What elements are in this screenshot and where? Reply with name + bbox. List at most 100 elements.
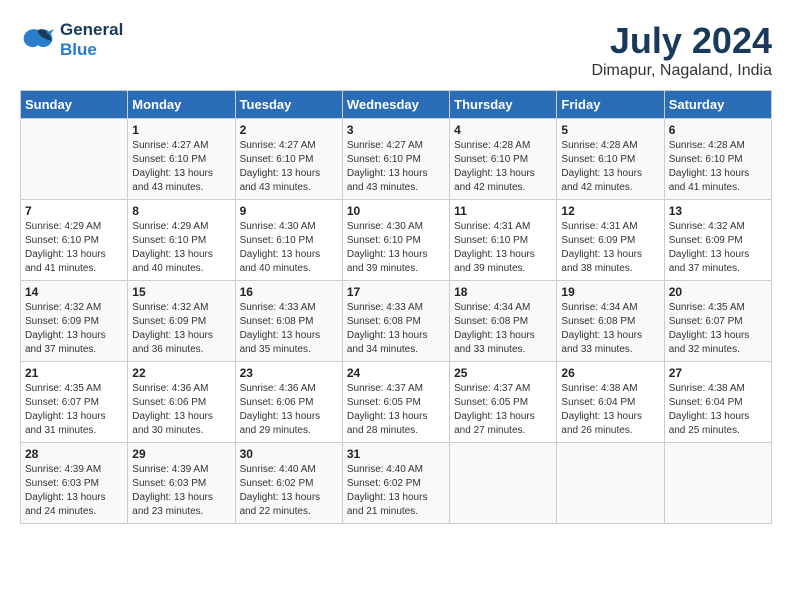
day-number: 26 — [561, 366, 659, 380]
header-thursday: Thursday — [450, 91, 557, 119]
calendar-cell: 20 Sunrise: 4:35 AM Sunset: 6:07 PM Dayli… — [664, 281, 771, 362]
cell-sun-info: Sunrise: 4:32 AM Sunset: 6:09 PM Dayligh… — [132, 301, 230, 357]
calendar-cell: 25Sunrise: 4:37 AM Sunset: 6:05 PM Dayli… — [450, 362, 557, 443]
day-number: 27 — [669, 366, 767, 380]
cell-sun-info: Sunrise: 4:32 AM Sunset: 6:09 PM Dayligh… — [25, 301, 123, 357]
day-number: 20 — [669, 285, 767, 299]
cell-sun-info: Sunrise: 4:30 AM Sunset: 6:10 PM Dayligh… — [240, 220, 338, 276]
day-number: 3 — [347, 123, 445, 137]
calendar-cell: 30 Sunrise: 4:40 AM Sunset: 6:02 PM Dayli… — [235, 443, 342, 524]
header-saturday: Saturday — [664, 91, 771, 119]
day-number: 30 — [240, 447, 338, 461]
calendar-cell: 3 Sunrise: 4:27 AM Sunset: 6:10 PM Daylig… — [342, 119, 449, 200]
calendar-cell: 26 Sunrise: 4:38 AM Sunset: 6:04 PM Dayli… — [557, 362, 664, 443]
day-number: 31 — [347, 447, 445, 461]
cell-sun-info: Sunrise: 4:39 AM Sunset: 6:03 PM Dayligh… — [132, 463, 230, 519]
calendar-cell: 23 Sunrise: 4:36 AM Sunset: 6:06 PM Dayli… — [235, 362, 342, 443]
cell-sun-info: Sunrise: 4:31 AM Sunset: 6:09 PM Dayligh… — [561, 220, 659, 276]
header-wednesday: Wednesday — [342, 91, 449, 119]
calendar-cell: 31 Sunrise: 4:40 AM Sunset: 6:02 PM Dayli… — [342, 443, 449, 524]
cell-sun-info: Sunrise: 4:37 AM Sunset: 6:05 PM Dayligh… — [347, 382, 445, 438]
calendar-cell: 16 Sunrise: 4:33 AM Sunset: 6:08 PM Dayli… — [235, 281, 342, 362]
page-header: General Blue July 2024 Dimapur, Nagaland… — [20, 20, 772, 80]
cell-sun-info: Sunrise: 4:28 AM Sunset: 6:10 PM Dayligh… — [669, 139, 767, 195]
day-number: 28 — [25, 447, 123, 461]
day-number: 13 — [669, 204, 767, 218]
calendar-cell: 18 Sunrise: 4:34 AM Sunset: 6:08 PM Dayli… — [450, 281, 557, 362]
calendar-cell: 9Sunrise: 4:30 AM Sunset: 6:10 PM Daylig… — [235, 200, 342, 281]
logo-icon — [20, 25, 56, 55]
calendar-cell: 1 Sunrise: 4:27 AM Sunset: 6:10 PM Daylig… — [128, 119, 235, 200]
cell-sun-info: Sunrise: 4:40 AM Sunset: 6:02 PM Dayligh… — [240, 463, 338, 519]
cell-sun-info: Sunrise: 4:36 AM Sunset: 6:06 PM Dayligh… — [240, 382, 338, 438]
calendar-cell: 28 Sunrise: 4:39 AM Sunset: 6:03 PM Dayli… — [21, 443, 128, 524]
day-number: 15 — [132, 285, 230, 299]
day-number: 7 — [25, 204, 123, 218]
day-number: 18 — [454, 285, 552, 299]
day-number: 29 — [132, 447, 230, 461]
day-number: 4 — [454, 123, 552, 137]
day-number: 5 — [561, 123, 659, 137]
cell-sun-info: Sunrise: 4:36 AM Sunset: 6:06 PM Dayligh… — [132, 382, 230, 438]
day-number: 19 — [561, 285, 659, 299]
header-monday: Monday — [128, 91, 235, 119]
calendar-cell: 10Sunrise: 4:30 AM Sunset: 6:10 PM Dayli… — [342, 200, 449, 281]
cell-sun-info: Sunrise: 4:29 AM Sunset: 6:10 PM Dayligh… — [132, 220, 230, 276]
calendar-cell — [450, 443, 557, 524]
calendar-cell: 14 Sunrise: 4:32 AM Sunset: 6:09 PM Dayli… — [21, 281, 128, 362]
location-subtitle: Dimapur, Nagaland, India — [591, 62, 772, 80]
day-number: 6 — [669, 123, 767, 137]
day-number: 14 — [25, 285, 123, 299]
calendar-cell: 8 Sunrise: 4:29 AM Sunset: 6:10 PM Daylig… — [128, 200, 235, 281]
cell-sun-info: Sunrise: 4:27 AM Sunset: 6:10 PM Dayligh… — [347, 139, 445, 195]
calendar-week-row: 14 Sunrise: 4:32 AM Sunset: 6:09 PM Dayli… — [21, 281, 772, 362]
day-number: 11 — [454, 204, 552, 218]
cell-sun-info: Sunrise: 4:30 AM Sunset: 6:10 PM Dayligh… — [347, 220, 445, 276]
calendar-cell: 15 Sunrise: 4:32 AM Sunset: 6:09 PM Dayli… — [128, 281, 235, 362]
day-number: 22 — [132, 366, 230, 380]
cell-sun-info: Sunrise: 4:38 AM Sunset: 6:04 PM Dayligh… — [561, 382, 659, 438]
calendar-cell: 4 Sunrise: 4:28 AM Sunset: 6:10 PM Daylig… — [450, 119, 557, 200]
cell-sun-info: Sunrise: 4:38 AM Sunset: 6:04 PM Dayligh… — [669, 382, 767, 438]
calendar-week-row: 28 Sunrise: 4:39 AM Sunset: 6:03 PM Dayli… — [21, 443, 772, 524]
cell-sun-info: Sunrise: 4:28 AM Sunset: 6:10 PM Dayligh… — [561, 139, 659, 195]
cell-sun-info: Sunrise: 4:27 AM Sunset: 6:10 PM Dayligh… — [132, 139, 230, 195]
calendar-cell: 6 Sunrise: 4:28 AM Sunset: 6:10 PM Daylig… — [664, 119, 771, 200]
cell-sun-info: Sunrise: 4:33 AM Sunset: 6:08 PM Dayligh… — [240, 301, 338, 357]
calendar-week-row: 21Sunrise: 4:35 AM Sunset: 6:07 PM Dayli… — [21, 362, 772, 443]
day-number: 23 — [240, 366, 338, 380]
calendar-cell — [664, 443, 771, 524]
day-number: 1 — [132, 123, 230, 137]
calendar-cell: 27 Sunrise: 4:38 AM Sunset: 6:04 PM Dayli… — [664, 362, 771, 443]
calendar-cell: 2Sunrise: 4:27 AM Sunset: 6:10 PM Daylig… — [235, 119, 342, 200]
calendar-cell: 29 Sunrise: 4:39 AM Sunset: 6:03 PM Dayli… — [128, 443, 235, 524]
cell-sun-info: Sunrise: 4:28 AM Sunset: 6:10 PM Dayligh… — [454, 139, 552, 195]
cell-sun-info: Sunrise: 4:29 AM Sunset: 6:10 PM Dayligh… — [25, 220, 123, 276]
day-number: 17 — [347, 285, 445, 299]
day-number: 24 — [347, 366, 445, 380]
day-number: 16 — [240, 285, 338, 299]
calendar-cell: 22 Sunrise: 4:36 AM Sunset: 6:06 PM Dayli… — [128, 362, 235, 443]
calendar-cell — [557, 443, 664, 524]
cell-sun-info: Sunrise: 4:31 AM Sunset: 6:10 PM Dayligh… — [454, 220, 552, 276]
calendar-header-row: SundayMondayTuesdayWednesdayThursdayFrid… — [21, 91, 772, 119]
calendar-cell: 24 Sunrise: 4:37 AM Sunset: 6:05 PM Dayli… — [342, 362, 449, 443]
cell-sun-info: Sunrise: 4:34 AM Sunset: 6:08 PM Dayligh… — [454, 301, 552, 357]
day-number: 12 — [561, 204, 659, 218]
month-year-title: July 2024 — [591, 20, 772, 62]
cell-sun-info: Sunrise: 4:35 AM Sunset: 6:07 PM Dayligh… — [25, 382, 123, 438]
calendar-body: 1 Sunrise: 4:27 AM Sunset: 6:10 PM Daylig… — [21, 119, 772, 524]
calendar-cell: 17Sunrise: 4:33 AM Sunset: 6:08 PM Dayli… — [342, 281, 449, 362]
calendar-cell: 7 Sunrise: 4:29 AM Sunset: 6:10 PM Daylig… — [21, 200, 128, 281]
logo: General Blue — [20, 20, 123, 59]
calendar-cell: 11 Sunrise: 4:31 AM Sunset: 6:10 PM Dayli… — [450, 200, 557, 281]
cell-sun-info: Sunrise: 4:39 AM Sunset: 6:03 PM Dayligh… — [25, 463, 123, 519]
cell-sun-info: Sunrise: 4:40 AM Sunset: 6:02 PM Dayligh… — [347, 463, 445, 519]
day-number: 8 — [132, 204, 230, 218]
cell-sun-info: Sunrise: 4:37 AM Sunset: 6:05 PM Dayligh… — [454, 382, 552, 438]
cell-sun-info: Sunrise: 4:35 AM Sunset: 6:07 PM Dayligh… — [669, 301, 767, 357]
logo-text: General Blue — [60, 20, 123, 59]
title-section: July 2024 Dimapur, Nagaland, India — [591, 20, 772, 80]
calendar-table: SundayMondayTuesdayWednesdayThursdayFrid… — [20, 90, 772, 524]
cell-sun-info: Sunrise: 4:32 AM Sunset: 6:09 PM Dayligh… — [669, 220, 767, 276]
